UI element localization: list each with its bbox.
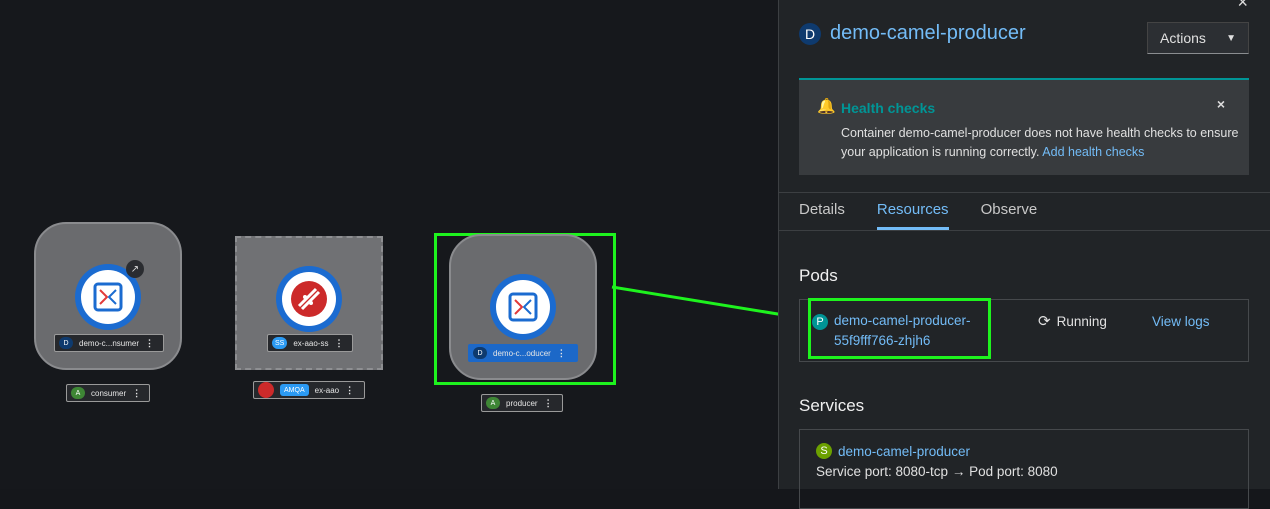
deployment-badge: D [799, 22, 821, 45]
consumer-node-label[interactable]: D demo-c...nsumer ⋮ [54, 334, 164, 352]
tab-resources[interactable]: Resources [876, 201, 949, 230]
tab-bar: Details Resources Observe [799, 201, 1069, 230]
kebab-menu-icon[interactable]: ⋮ [334, 338, 343, 349]
divider [779, 192, 1270, 193]
producer-node-name: demo-c...oducer [493, 348, 551, 358]
producer-group-label[interactable]: A producer ⋮ [481, 394, 563, 412]
caret-down-icon: ▼ [1226, 32, 1236, 44]
tab-observe[interactable]: Observe [981, 201, 1038, 230]
actions-dropdown[interactable]: Actions ▼ [1147, 22, 1249, 54]
producer-node-label[interactable]: D demo-c...oducer ⋮ [468, 344, 578, 362]
deployment-badge: D [473, 347, 487, 359]
application-badge: A [486, 397, 500, 409]
services-heading: Services [799, 396, 865, 415]
alert-text: Container demo-camel-producer does not h… [841, 126, 1239, 159]
producer-group-name: producer [506, 398, 538, 408]
divider [779, 230, 1270, 231]
amq-broker-node[interactable]: SS ex-aao-ss ⋮ [235, 236, 383, 370]
kebab-menu-icon[interactable]: ⋮ [145, 338, 154, 349]
pod-status-text: Running [1056, 313, 1107, 329]
pod-highlight-box [808, 298, 991, 359]
camel-logo-icon [490, 274, 556, 340]
amq-broker-logo-icon [276, 266, 342, 332]
consumer-workload-node[interactable]: ↗ D demo-c...nsumer ⋮ [34, 222, 182, 370]
consumer-node-name: demo-c...nsumer [79, 338, 140, 348]
services-list: S demo-camel-producer Service port: 8080… [799, 429, 1249, 509]
kebab-menu-icon[interactable]: ⋮ [132, 388, 141, 399]
amq-group-logo-icon [258, 382, 274, 398]
alert-title: Health checks [841, 100, 936, 116]
health-checks-alert: 🔔 Health checks × Container demo-camel-p… [799, 78, 1249, 175]
pods-heading: Pods [799, 266, 838, 285]
service-name-link[interactable]: demo-camel-producer [838, 444, 970, 459]
tab-details[interactable]: Details [799, 201, 845, 230]
topology-canvas[interactable]: ↗ D demo-c...nsumer ⋮ A consumer ⋮ SS ex… [0, 0, 806, 489]
amq-group-name: ex-aao [314, 385, 340, 395]
amq-node-name: ex-aao-ss [293, 338, 329, 348]
pod-status: ⟳ Running [1038, 312, 1107, 330]
view-logs-link[interactable]: View logs [1152, 314, 1210, 329]
side-panel: × D demo-camel-producer Actions ▼ 🔔 Heal… [778, 0, 1270, 509]
service-row: S demo-camel-producer [816, 443, 970, 459]
deployment-badge: D [59, 337, 73, 349]
add-health-checks-link[interactable]: Add health checks [1042, 145, 1144, 159]
consumer-group-label[interactable]: A consumer ⋮ [66, 384, 150, 402]
amq-group-label[interactable]: AMQA ex-aao ⋮ [253, 381, 365, 399]
application-badge: A [71, 387, 85, 399]
amq-node-label[interactable]: SS ex-aao-ss ⋮ [267, 334, 353, 352]
producer-workload-node[interactable]: D demo-c...oducer ⋮ [449, 234, 597, 380]
panel-title: D demo-camel-producer [799, 22, 1026, 45]
bell-icon: 🔔 [817, 98, 836, 115]
close-alert-icon[interactable]: × [1217, 96, 1225, 112]
stateful-set-badge: SS [272, 337, 288, 349]
resource-name[interactable]: demo-camel-producer [830, 22, 1026, 45]
service-badge: S [816, 443, 832, 459]
kebab-menu-icon[interactable]: ⋮ [557, 348, 566, 359]
close-panel-icon[interactable]: × [1237, 0, 1248, 13]
amq-app-badge: AMQA [280, 384, 309, 396]
alert-body: Container demo-camel-producer does not h… [841, 124, 1241, 162]
kebab-menu-icon[interactable]: ⋮ [345, 385, 354, 396]
kebab-menu-icon[interactable]: ⋮ [544, 398, 553, 409]
consumer-group-name: consumer [91, 388, 127, 398]
actions-label: Actions [1160, 30, 1206, 46]
service-port-line: Service port: 8080-tcp → Pod port: 8080 [816, 464, 1058, 479]
sync-icon: ⟳ [1038, 313, 1051, 330]
external-link-icon[interactable]: ↗ [126, 260, 144, 278]
